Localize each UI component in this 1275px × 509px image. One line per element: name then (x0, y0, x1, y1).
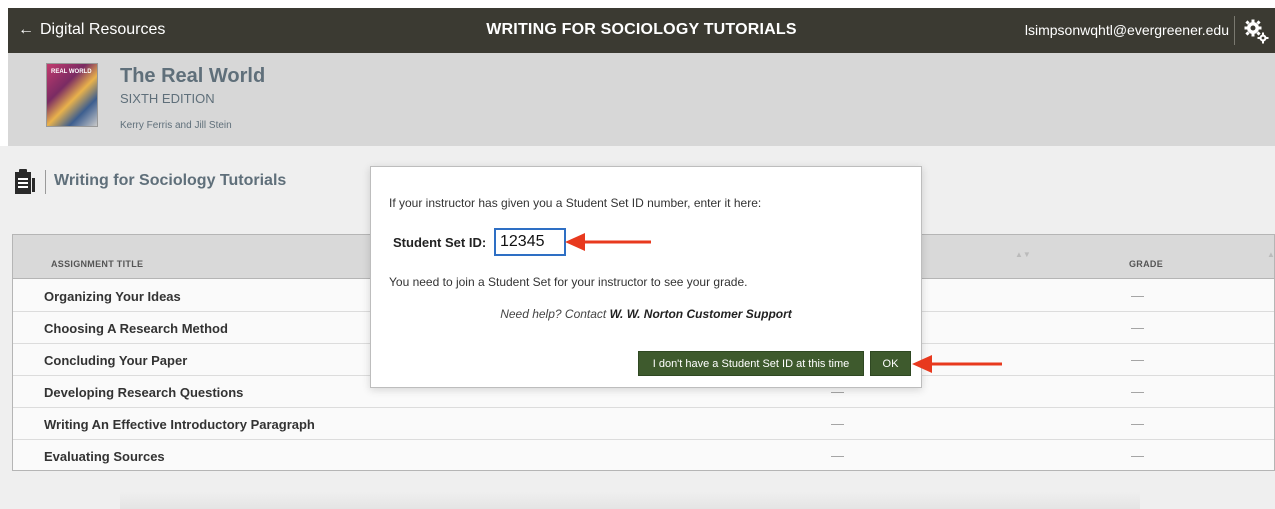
dialog-instruction: If your instructor has given you a Stude… (389, 196, 762, 210)
page: ← Digital Resources WRITING FOR SOCIOLOG… (0, 0, 1275, 509)
clipboard-icon (15, 169, 35, 194)
assignment-grade: — (1131, 352, 1144, 367)
table-row[interactable]: Writing An Effective Introductory Paragr… (13, 408, 1274, 440)
column-header-title[interactable]: ASSIGNMENT TITLE (51, 259, 143, 269)
assignment-grade: — (1131, 384, 1144, 399)
help-prefix: Need help? Contact (500, 307, 610, 321)
section-divider (45, 170, 46, 194)
student-set-id-input[interactable] (494, 228, 566, 256)
student-set-id-label: Student Set ID: (393, 235, 487, 250)
assignment-grade: — (1131, 448, 1144, 463)
dialog-help-text: Need help? Contact W. W. Norton Customer… (371, 307, 921, 321)
book-cover-text: REAL WORLD (51, 69, 92, 75)
customer-support-link[interactable]: W. W. Norton Customer Support (610, 307, 792, 321)
section-title: Writing for Sociology Tutorials (54, 172, 287, 189)
gear-icon[interactable] (1243, 18, 1269, 44)
annotation-arrow-icon (565, 233, 651, 251)
table-row[interactable]: Evaluating Sources — — (13, 440, 1274, 472)
annotation-arrow-icon (912, 355, 1002, 373)
sort-icon[interactable]: ▲▼ (1015, 250, 1031, 259)
top-bar: ← Digital Resources WRITING FOR SOCIOLOG… (8, 8, 1275, 53)
assignment-title[interactable]: Choosing A Research Method (44, 321, 228, 336)
assignment-title[interactable]: Writing An Effective Introductory Paragr… (44, 417, 315, 432)
column-header-grade[interactable]: GRADE (1129, 259, 1163, 269)
assignment-status: — (831, 416, 844, 431)
book-title: The Real World (120, 65, 266, 87)
assignment-grade: — (1131, 416, 1144, 431)
book-edition: SIXTH EDITION (120, 91, 215, 106)
book-cover-image: REAL WORLD (46, 63, 98, 127)
ok-button[interactable]: OK (870, 351, 911, 376)
assignment-title[interactable]: Concluding Your Paper (44, 353, 187, 368)
footer-shadow (120, 492, 1140, 509)
assignment-title[interactable]: Evaluating Sources (44, 449, 165, 464)
user-email[interactable]: lsimpsonwqhtl@evergreener.edu (1025, 22, 1229, 38)
assignment-grade: — (1131, 288, 1144, 303)
sort-icon[interactable]: ▲▼ (1267, 250, 1275, 259)
assignment-title[interactable]: Organizing Your Ideas (44, 289, 181, 304)
assignment-status: — (831, 448, 844, 463)
dialog-join-message: You need to join a Student Set for your … (389, 275, 748, 289)
assignment-title[interactable]: Developing Research Questions (44, 385, 243, 400)
divider (1234, 16, 1235, 45)
no-student-set-id-button[interactable]: I don't have a Student Set ID at this ti… (638, 351, 864, 376)
assignment-grade: — (1131, 320, 1144, 335)
book-header: REAL WORLD The Real World SIXTH EDITION … (8, 53, 1275, 146)
book-authors: Kerry Ferris and Jill Stein (120, 120, 232, 131)
student-set-dialog: If your instructor has given you a Stude… (370, 166, 922, 388)
